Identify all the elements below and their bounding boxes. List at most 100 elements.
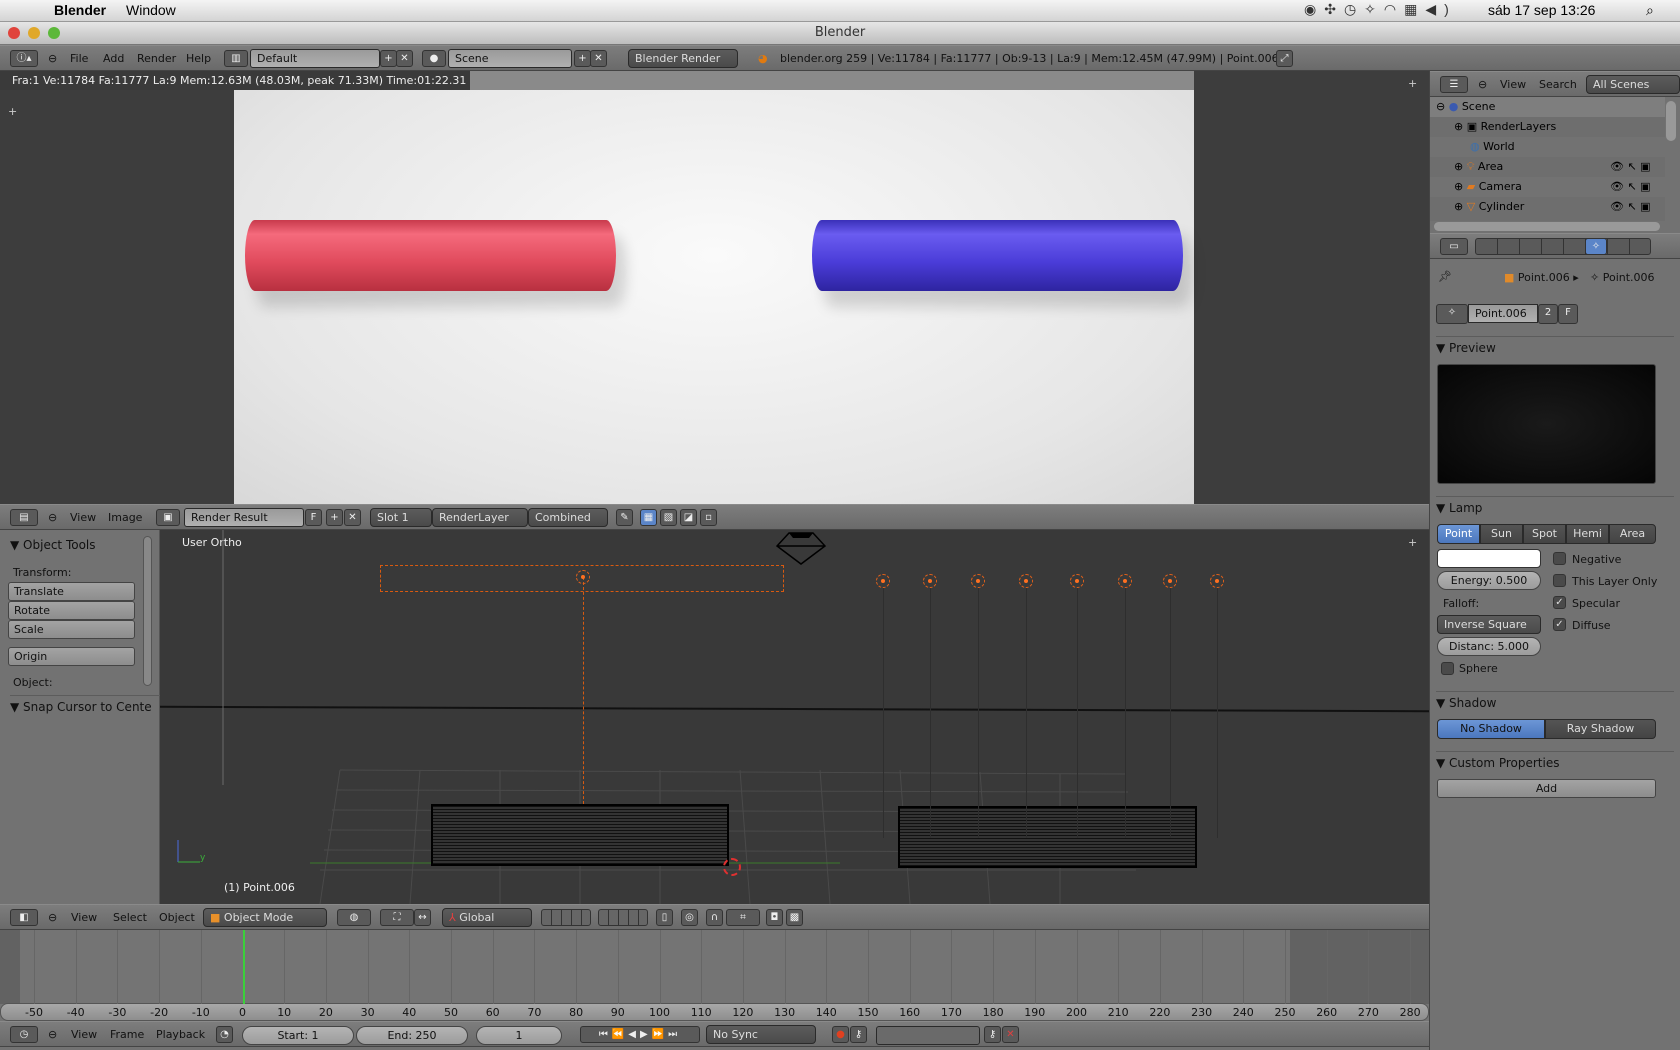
- custom-properties-header[interactable]: ▼ Custom Properties: [1436, 751, 1674, 773]
- remove-scene-icon[interactable]: ✕: [590, 50, 607, 67]
- add-property-button[interactable]: Add: [1437, 779, 1656, 798]
- record-icon[interactable]: ●: [832, 1026, 849, 1043]
- layer-buttons-2[interactable]: [598, 909, 648, 926]
- layout-field[interactable]: Default: [250, 49, 380, 68]
- image-name-field[interactable]: Render Result: [184, 508, 304, 527]
- lamp-panel-header[interactable]: ▼ Lamp: [1436, 496, 1674, 518]
- outliner-editor-type-icon[interactable]: ☰: [1440, 76, 1468, 93]
- manipulator-icon[interactable]: ↔: [414, 909, 431, 926]
- tool-shelf-scrollbar[interactable]: [143, 536, 152, 686]
- menu-help[interactable]: Help: [186, 52, 211, 65]
- window-menu[interactable]: Window: [126, 2, 176, 18]
- draw-alpha-icon[interactable]: ◪: [680, 509, 697, 526]
- specular-checkbox[interactable]: ✓: [1553, 596, 1566, 609]
- menu-search[interactable]: Search: [1539, 78, 1577, 91]
- menu-view[interactable]: View: [71, 911, 97, 924]
- restrict-icons[interactable]: 👁︎ ↖ ▣: [1610, 157, 1651, 177]
- preview-range-icon[interactable]: ◔: [216, 1026, 233, 1043]
- 3d-cursor[interactable]: [723, 858, 741, 876]
- energy-field[interactable]: Energy: 0.500: [1437, 571, 1541, 590]
- image-editor[interactable]: Fra:1 Ve:11784 Fa:11777 La:9 Mem:12.63M …: [0, 71, 1429, 504]
- collapse-icon[interactable]: ⊖: [48, 911, 57, 924]
- lamp-object[interactable]: [1210, 574, 1224, 588]
- lamp-object[interactable]: [1070, 574, 1084, 588]
- expand-icon[interactable]: ⊕: [1454, 120, 1463, 133]
- restrict-icons[interactable]: 👁︎ ↖ ▣: [1610, 197, 1651, 217]
- camera-object[interactable]: [775, 531, 827, 567]
- image-editor-type-icon[interactable]: ▤: [10, 509, 38, 526]
- no-shadow-button[interactable]: No Shadow: [1437, 719, 1545, 739]
- rotate-button[interactable]: Rotate: [8, 601, 135, 620]
- translate-button[interactable]: Translate: [8, 582, 135, 601]
- outliner-item-world[interactable]: ◍ World: [1430, 137, 1665, 157]
- outliner-item-renderlayers[interactable]: ⊕ ▣ RenderLayers: [1430, 117, 1665, 137]
- selected-lamp-point[interactable]: [576, 570, 590, 584]
- add-scene-icon[interactable]: +: [574, 50, 591, 67]
- object-tools-header[interactable]: ▼ Object Tools: [10, 538, 96, 552]
- draw-rgb-icon[interactable]: ▧: [660, 509, 677, 526]
- current-frame-indicator[interactable]: [242, 930, 245, 1004]
- this-layer-only-checkbox[interactable]: [1553, 574, 1566, 587]
- outliner-hscrollbar[interactable]: [1434, 222, 1660, 231]
- lamp-object[interactable]: [1118, 574, 1132, 588]
- render-engine-select[interactable]: Blender Render: [628, 49, 738, 68]
- info-editor-type-icon[interactable]: ⓘ▴: [10, 50, 38, 67]
- outliner-vscrollbar[interactable]: [1666, 101, 1676, 141]
- shadow-panel-header[interactable]: ▼ Shadow: [1436, 691, 1674, 713]
- menu-image[interactable]: Image: [108, 511, 142, 524]
- end-frame-field[interactable]: End: 250: [356, 1026, 468, 1045]
- expand-icon[interactable]: ⊕: [1454, 160, 1463, 173]
- lamp-object[interactable]: [923, 574, 937, 588]
- lamp-name-field[interactable]: Point.006: [1468, 304, 1538, 323]
- timeline-editor-type-icon[interactable]: ◷: [10, 1026, 38, 1043]
- proportional-edit-icon[interactable]: ◎: [681, 909, 698, 926]
- screen-layout-icon[interactable]: ▥: [224, 50, 248, 67]
- lamp-object[interactable]: [971, 574, 985, 588]
- status-icons[interactable]: ◉✣◷✧◠▦◀): [1304, 1, 1457, 18]
- scene-icon[interactable]: ●: [422, 50, 446, 67]
- keying-set-field[interactable]: [876, 1026, 980, 1045]
- minimize-button[interactable]: [28, 27, 40, 39]
- collapse-icon[interactable]: ⊖: [1478, 78, 1487, 91]
- expand-icon[interactable]: ⊕: [1454, 180, 1463, 193]
- mode-select[interactable]: ■ Object Mode: [203, 908, 327, 927]
- timeline-ruler[interactable]: [0, 1003, 1429, 1021]
- lamp-color-swatch[interactable]: [1437, 549, 1541, 568]
- cylinder-mesh-left[interactable]: [431, 804, 729, 866]
- breadcrumb-object[interactable]: ■ Point.006 ▸: [1504, 271, 1579, 284]
- render-layer-select[interactable]: RenderLayer: [432, 508, 528, 527]
- cylinder-mesh-right[interactable]: [898, 806, 1197, 868]
- draw-rgb-alpha-icon[interactable]: ▦: [640, 509, 657, 526]
- render-pass-select[interactable]: Combined: [528, 508, 608, 527]
- start-frame-field[interactable]: Start: 1: [242, 1026, 354, 1045]
- menu-view[interactable]: View: [1500, 78, 1526, 91]
- menu-view[interactable]: View: [70, 511, 96, 524]
- collapse-icon[interactable]: ⊖: [48, 52, 57, 65]
- paint-icon[interactable]: ✎: [616, 509, 633, 526]
- expand-icon[interactable]: ⊕: [1454, 200, 1463, 213]
- outliner-item-cylinder[interactable]: ⊕ ▽ Cylinder 👁︎ ↖ ▣: [1430, 197, 1665, 217]
- lamp-object[interactable]: [1163, 574, 1177, 588]
- menu-render[interactable]: Render: [137, 52, 176, 65]
- lamp-object[interactable]: [1019, 574, 1033, 588]
- toolshelf-plus-icon[interactable]: +: [8, 105, 17, 118]
- outliner-item-area[interactable]: ⊕ 💡︎ Area 👁︎ ↖ ▣: [1430, 157, 1665, 177]
- pivot-point-icon[interactable]: ⛶: [380, 909, 414, 926]
- close-button[interactable]: [8, 27, 20, 39]
- lamp-data-tab-icon[interactable]: ✧: [1585, 238, 1607, 255]
- snap-element-icon[interactable]: ⌗: [726, 909, 760, 926]
- sync-select[interactable]: No Sync: [706, 1025, 816, 1044]
- properties-editor-type-icon[interactable]: ▭: [1440, 238, 1468, 255]
- draw-zbuffer-icon[interactable]: ▫: [700, 509, 717, 526]
- users-count[interactable]: 2: [1538, 304, 1558, 324]
- snap-icon[interactable]: ∩: [706, 909, 723, 926]
- diffuse-checkbox[interactable]: ✓: [1553, 618, 1566, 631]
- zoom-button[interactable]: [48, 27, 60, 39]
- lamp-object[interactable]: [876, 574, 890, 588]
- remove-layout-icon[interactable]: ✕: [396, 50, 413, 67]
- timeline[interactable]: -50 -40 -30 -20 -10 0 10 20 30 40 50 60 70 80 90 100 110…: [0, 930, 1429, 1021]
- restrict-icons[interactable]: 👁︎ ↖ ▣: [1610, 177, 1651, 197]
- layer-buttons-1[interactable]: [541, 909, 591, 926]
- menu-frame[interactable]: Frame: [110, 1028, 144, 1041]
- collapse-icon[interactable]: ⊖: [48, 1028, 57, 1041]
